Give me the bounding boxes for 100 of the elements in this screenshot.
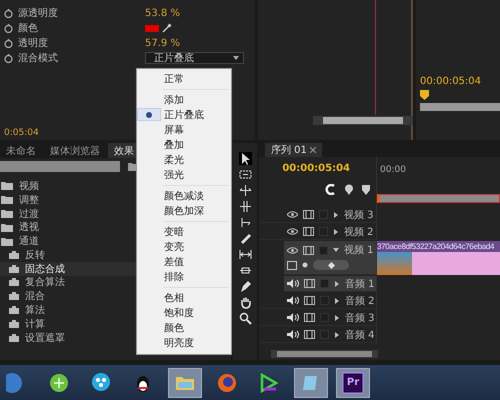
shield-icon[interactable] xyxy=(362,184,370,194)
speaker-icon[interactable] xyxy=(287,313,299,322)
stopwatch-icon[interactable] xyxy=(4,8,13,18)
close-icon[interactable] xyxy=(310,147,316,153)
blade-icon[interactable] xyxy=(238,232,252,245)
triangle-right-icon[interactable] xyxy=(334,280,340,286)
stopwatch-icon[interactable] xyxy=(4,38,13,48)
effect-folder[interactable]: 过渡 xyxy=(19,206,39,220)
triangle-down-icon[interactable] xyxy=(333,247,339,253)
fox-globe-icon[interactable] xyxy=(216,372,238,394)
track-header[interactable]: 音频 4 xyxy=(259,327,376,343)
menu-item[interactable]: 明亮度 xyxy=(137,335,231,350)
film-icon[interactable] xyxy=(304,279,315,288)
ball-icon[interactable] xyxy=(48,372,70,394)
menu-item[interactable]: 变亮 xyxy=(137,239,231,254)
triangle-right-icon[interactable] xyxy=(333,228,339,234)
effect-folder[interactable]: 视频 xyxy=(19,178,39,193)
hand-icon[interactable] xyxy=(238,296,252,309)
effect-folder[interactable]: 通道 xyxy=(19,234,39,248)
menu-item[interactable]: 正片叠底 xyxy=(137,107,231,122)
split-arrows-icon[interactable] xyxy=(238,184,252,197)
keyframe-display-icon[interactable] xyxy=(287,260,297,270)
film-icon[interactable] xyxy=(304,330,315,339)
marker-icon[interactable] xyxy=(420,90,429,100)
speaker-icon[interactable] xyxy=(287,296,299,305)
menu-item[interactable]: 强光 xyxy=(137,167,231,182)
sequence-tab[interactable]: 序列 01 xyxy=(265,143,322,157)
blend-mode-dropdown[interactable]: 正片叠底 xyxy=(145,52,244,64)
folder-icon[interactable] xyxy=(1,195,13,204)
folder-icon[interactable] xyxy=(1,181,13,190)
folder-icon[interactable] xyxy=(1,208,13,218)
folder-icon[interactable] xyxy=(1,222,13,232)
triangle-right-icon[interactable] xyxy=(334,298,340,304)
track-header[interactable]: 视频 2 xyxy=(259,224,376,240)
menu-item[interactable]: 正常 xyxy=(137,71,231,86)
stopwatch-icon[interactable] xyxy=(4,54,13,62)
track-header[interactable]: 音频 1 xyxy=(284,276,376,292)
zoom-icon[interactable] xyxy=(238,312,252,325)
bracket-arrows-icon[interactable] xyxy=(238,248,252,261)
dot-icon[interactable] xyxy=(302,262,308,268)
effect-item[interactable]: 混合 xyxy=(25,289,45,304)
dashed-box-icon[interactable] xyxy=(238,168,252,181)
arrow-icon[interactable] xyxy=(238,152,252,165)
track-header[interactable]: 音频 3 xyxy=(259,310,376,326)
play-arrow-icon[interactable] xyxy=(258,372,280,394)
eyedropper-icon[interactable] xyxy=(162,23,172,33)
speaker-icon[interactable] xyxy=(287,330,299,339)
scrollbar[interactable] xyxy=(271,350,378,358)
menu-item[interactable]: 饱和度 xyxy=(137,305,231,320)
diamond-icon[interactable] xyxy=(328,262,334,268)
film-icon[interactable] xyxy=(304,313,315,322)
film-icon[interactable] xyxy=(303,246,314,254)
effect-item[interactable]: 复合算法 xyxy=(25,275,65,290)
stretch-icon[interactable] xyxy=(238,216,252,229)
track-header[interactable]: 视频 1 xyxy=(284,241,376,275)
menu-item[interactable]: 颜色减淡 xyxy=(137,188,231,203)
double-bar-icon[interactable] xyxy=(238,200,252,213)
triangle-right-icon[interactable] xyxy=(334,332,340,338)
speaker-icon[interactable] xyxy=(287,279,299,288)
stopwatch-icon[interactable] xyxy=(4,24,13,32)
eye-icon[interactable] xyxy=(287,246,298,254)
magnet-icon[interactable] xyxy=(325,184,336,195)
triangle-right-icon[interactable] xyxy=(333,212,339,218)
eye-icon[interactable] xyxy=(287,211,298,218)
scrollbar[interactable] xyxy=(313,116,413,125)
film-icon[interactable] xyxy=(303,210,314,219)
keyframe-navigator[interactable] xyxy=(313,260,349,270)
menu-item[interactable]: 颜色加深 xyxy=(137,203,231,218)
marker-icon[interactable] xyxy=(344,184,354,195)
effect-folder[interactable]: 透视 xyxy=(19,220,39,234)
search-field[interactable] xyxy=(0,161,120,172)
folder-icon[interactable] xyxy=(1,236,13,246)
effect-item[interactable]: 计算 xyxy=(25,316,45,331)
track-header[interactable]: 音频 2 xyxy=(259,293,376,309)
panel-tab[interactable]: 媒体浏览器 xyxy=(44,143,106,158)
lock-toggle[interactable] xyxy=(319,246,328,254)
premiere-app-icon[interactable] xyxy=(342,372,364,394)
menu-item[interactable]: 变暗 xyxy=(137,224,231,239)
property-value[interactable]: 53.8 % xyxy=(145,8,180,18)
menu-item[interactable]: 差值 xyxy=(137,254,231,269)
film-icon[interactable] xyxy=(303,227,314,236)
effect-item[interactable]: 反转 xyxy=(25,248,45,262)
panel-tab[interactable]: 未命名 xyxy=(0,143,42,158)
film-reel-icon[interactable] xyxy=(90,372,112,394)
menu-item[interactable]: 添加 xyxy=(137,92,231,107)
effect-item[interactable]: 设置遮罩 xyxy=(25,330,65,345)
menu-item[interactable]: 色相 xyxy=(137,290,231,305)
menu-item[interactable]: 排除 xyxy=(137,269,231,284)
track-header[interactable]: 视频 3 xyxy=(259,207,376,223)
film-icon[interactable] xyxy=(304,296,315,305)
effect-folder[interactable]: 调整 xyxy=(19,192,39,207)
eye-icon[interactable] xyxy=(287,228,298,235)
menu-item[interactable]: 颜色 xyxy=(137,320,231,335)
menu-item[interactable]: 屏幕 xyxy=(137,122,231,137)
color-swatch[interactable] xyxy=(145,24,159,32)
triangle-right-icon[interactable] xyxy=(334,314,340,320)
property-value[interactable]: 57.9 % xyxy=(145,38,180,48)
effect-item[interactable]: 固态合成 xyxy=(25,262,65,276)
pen-icon[interactable] xyxy=(238,280,252,293)
effect-item[interactable]: 算法 xyxy=(25,303,45,318)
